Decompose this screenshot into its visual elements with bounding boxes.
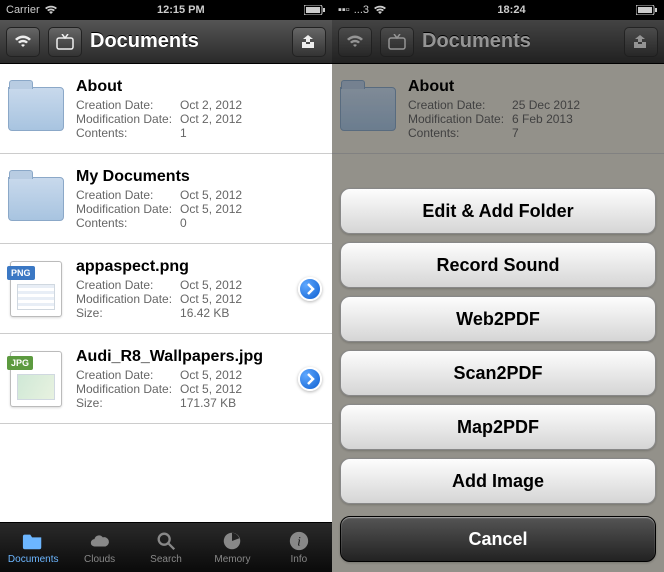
page-title: Documents — [422, 30, 616, 53]
wifi-icon — [14, 35, 32, 49]
share-icon — [300, 34, 318, 50]
wifi-icon — [373, 5, 387, 15]
left-screen: Carrier 12:15 PM Documents About Creatio… — [0, 0, 332, 572]
item-title: Audi_R8_Wallpapers.jpg — [76, 348, 292, 366]
page-title: Documents — [90, 30, 284, 53]
detail-disclosure-button[interactable] — [298, 277, 322, 301]
folder-icon — [22, 530, 44, 552]
file-png-icon: PNG — [6, 259, 66, 319]
info-icon: i — [288, 530, 310, 552]
action-sheet-overlay: Edit & Add Folder Record Sound Web2PDF S… — [332, 64, 664, 572]
item-title: appaspect.png — [76, 258, 292, 276]
tv-icon — [388, 34, 406, 50]
pie-icon — [221, 530, 243, 552]
wifi-button[interactable] — [6, 27, 40, 57]
clock: 12:15 PM — [157, 4, 205, 16]
nav-bar: Documents — [332, 20, 664, 64]
list-item[interactable]: My Documents Creation Date:Oct 5, 2012 M… — [0, 154, 332, 244]
share-button[interactable] — [292, 27, 326, 57]
list-item[interactable]: PNG appaspect.png Creation Date:Oct 5, 2… — [0, 244, 332, 334]
tab-memory[interactable]: Memory — [199, 523, 265, 572]
status-bar: ▪▪▫ ...3 18:24 — [332, 0, 664, 20]
svg-text:i: i — [297, 535, 301, 549]
wifi-icon — [346, 35, 364, 49]
right-screen: ▪▪▫ ...3 18:24 Documents About Creation … — [332, 0, 664, 572]
file-list: About Creation Date:Oct 2, 2012 Modifica… — [0, 64, 332, 522]
chevron-right-icon — [305, 373, 315, 385]
signal-icon: ▪▪▫ — [338, 4, 350, 16]
item-title: About — [76, 78, 322, 96]
folder-icon — [6, 79, 66, 139]
tv-icon — [56, 34, 74, 50]
action-add-image[interactable]: Add Image — [340, 458, 656, 504]
action-map2pdf[interactable]: Map2PDF — [340, 404, 656, 450]
carrier: ...3 — [354, 4, 369, 16]
cloud-icon — [89, 530, 111, 552]
chevron-right-icon — [305, 283, 315, 295]
battery-icon — [304, 5, 326, 15]
status-bar: Carrier 12:15 PM — [0, 0, 332, 20]
share-button[interactable] — [624, 27, 658, 57]
tv-button[interactable] — [48, 27, 82, 57]
nav-bar: Documents — [0, 20, 332, 64]
list-item[interactable]: About Creation Date:Oct 2, 2012 Modifica… — [0, 64, 332, 154]
cancel-button[interactable]: Cancel — [340, 516, 656, 562]
tab-bar: Documents Clouds Search Memory i Info — [0, 522, 332, 572]
battery-icon — [636, 5, 658, 15]
clock: 18:24 — [497, 4, 525, 16]
tab-clouds[interactable]: Clouds — [66, 523, 132, 572]
detail-disclosure-button[interactable] — [298, 367, 322, 391]
action-web2pdf[interactable]: Web2PDF — [340, 296, 656, 342]
wifi-button[interactable] — [338, 27, 372, 57]
action-sheet: Edit & Add Folder Record Sound Web2PDF S… — [332, 180, 664, 572]
tab-search[interactable]: Search — [133, 523, 199, 572]
list-item[interactable]: JPG Audi_R8_Wallpapers.jpg Creation Date… — [0, 334, 332, 424]
file-jpg-icon: JPG — [6, 349, 66, 409]
tv-button[interactable] — [380, 27, 414, 57]
tab-documents[interactable]: Documents — [0, 523, 66, 572]
folder-icon — [6, 169, 66, 229]
item-title: My Documents — [76, 168, 322, 186]
action-edit-add-folder[interactable]: Edit & Add Folder — [340, 188, 656, 234]
wifi-icon — [44, 5, 58, 15]
action-scan2pdf[interactable]: Scan2PDF — [340, 350, 656, 396]
action-record-sound[interactable]: Record Sound — [340, 242, 656, 288]
tab-info[interactable]: i Info — [266, 523, 332, 572]
share-icon — [632, 34, 650, 50]
carrier: Carrier — [6, 4, 40, 16]
search-icon — [155, 530, 177, 552]
